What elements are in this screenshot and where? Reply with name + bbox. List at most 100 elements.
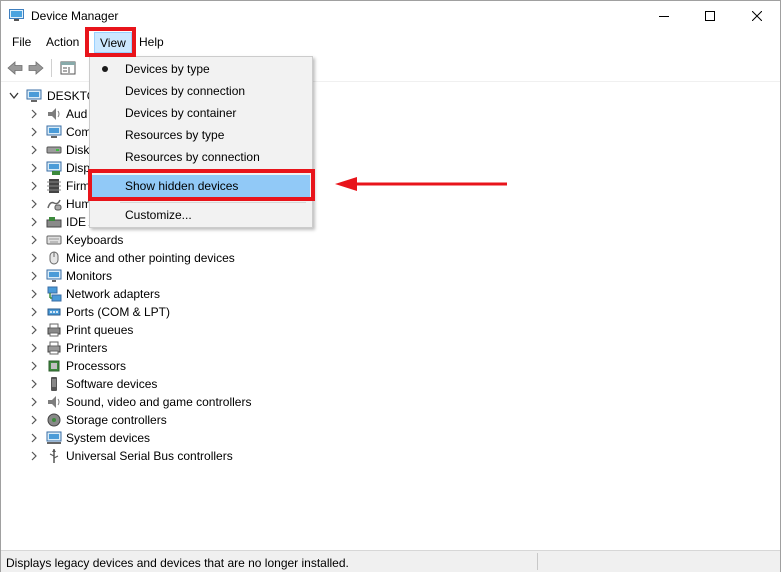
menu-action[interactable]: Action [43,35,82,49]
tree-item-label: Disp [66,161,91,175]
menu-item-devices-by-connection[interactable]: Devices by connection [92,80,310,102]
chevron-right-icon[interactable] [30,397,38,407]
forward-arrow-icon[interactable] [27,59,45,77]
chevron-down-icon[interactable] [9,92,19,100]
tree-item[interactable]: Processors [1,357,401,375]
menu-help[interactable]: Help [136,35,167,49]
tree-item[interactable]: Ports (COM & LPT) [1,303,401,321]
status-divider [537,553,538,570]
menu-item-resources-by-connection[interactable]: Resources by connection [92,146,310,168]
chevron-right-icon[interactable] [30,325,38,335]
chevron-right-icon[interactable] [30,361,38,371]
tree-item[interactable]: Universal Serial Bus controllers [1,447,401,465]
minimize-icon [659,16,669,17]
menu-item-label: Customize... [125,208,192,222]
chevron-right-icon[interactable] [30,379,38,389]
minimize-button[interactable] [641,1,687,31]
menu-item-devices-by-type[interactable]: Devices by type [92,58,310,80]
tree-item-label: Com [66,125,92,139]
chevron-right-icon[interactable] [30,253,38,263]
annotation-arrow [335,177,507,191]
chevron-right-icon[interactable] [30,289,38,299]
display-adapter-icon [46,161,62,175]
chevron-right-icon[interactable] [30,199,38,209]
chevron-right-icon[interactable] [30,217,38,227]
tree-item-label: Universal Serial Bus controllers [66,449,233,463]
chevron-right-icon[interactable] [30,145,38,155]
disk-drive-icon [46,146,62,154]
tree-item-label: Mice and other pointing devices [66,251,235,265]
tree-item-label: Disk [66,143,90,157]
usb-icon [49,449,59,463]
tree-item-label: Ports (COM & LPT) [66,305,171,319]
speaker-icon [48,108,60,120]
tree-item[interactable]: Mice and other pointing devices [1,249,401,267]
tree-item-label: Sound, video and game controllers [66,395,252,409]
tree-item[interactable]: System devices [1,429,401,447]
chevron-right-icon[interactable] [30,451,38,461]
tree-item[interactable]: Sound, video and game controllers [1,393,401,411]
show-hidden-highlight-box [88,169,315,201]
chevron-right-icon[interactable] [30,181,38,191]
menu-item-resources-by-type[interactable]: Resources by type [92,124,310,146]
tree-item[interactable]: Print queues [1,321,401,339]
menu-item-label: Devices by container [125,106,237,120]
tree-item-label: Firm [66,179,90,193]
properties-icon[interactable] [59,59,77,77]
menu-item-customize[interactable]: Customize... [92,204,310,226]
computer-icon [46,125,62,138]
chevron-right-icon[interactable] [30,235,38,245]
view-menu-dropdown: Devices by type Devices by connection Devi… [89,56,313,228]
tree-item[interactable]: Storage controllers [1,411,401,429]
tree-item-label: Monitors [66,269,113,283]
menu-item-label: Devices by type [125,62,210,76]
view-menu-highlight-box [85,27,136,57]
computer-icon [26,89,42,102]
chevron-right-icon[interactable] [30,127,38,137]
radio-bullet-icon [102,66,108,72]
chevron-right-icon[interactable] [30,433,38,443]
tree-item[interactable]: Software devices [1,375,401,393]
tree-item-label: Aud [66,107,88,121]
tree-item-label: Printers [66,341,108,355]
close-icon [752,11,762,21]
port-icon [47,308,61,316]
menu-item-label: Resources by type [125,128,225,142]
sound-icon [48,396,60,408]
status-bar: Displays legacy devices and devices that… [1,550,780,572]
tree-item[interactable]: Network adapters [1,285,401,303]
processor-icon [48,360,60,372]
tree-item-label: System devices [66,431,151,445]
ide-controller-icon [46,217,62,228]
system-device-icon [46,431,62,444]
chevron-right-icon[interactable] [30,343,38,353]
tree-item[interactable]: Monitors [1,267,401,285]
menu-item-label: Devices by connection [125,84,246,98]
tree-item-label: Keyboards [66,233,124,247]
maximize-button[interactable] [687,1,733,31]
close-button[interactable] [734,1,780,31]
storage-controller-icon [47,413,61,427]
tree-item-label: Print queues [66,323,134,337]
device-manager-icon [9,9,24,21]
chevron-right-icon[interactable] [30,163,38,173]
tree-item[interactable]: Keyboards [1,231,401,249]
menu-item-label: Resources by connection [125,150,260,164]
chevron-right-icon[interactable] [30,271,38,281]
tree-item[interactable]: Printers [1,339,401,357]
software-device-icon [51,377,57,391]
toolbar-separator [51,59,52,77]
chevron-right-icon[interactable] [30,109,38,119]
device-manager-window: Device Manager File Action View Help DES… [0,0,781,572]
tree-item-label: Storage controllers [66,413,167,427]
print-queue-icon [47,323,61,337]
tree-item-label: Network adapters [66,287,161,301]
monitor-icon [46,269,62,282]
menu-file[interactable]: File [9,35,34,49]
chevron-right-icon[interactable] [30,415,38,425]
window-title: Device Manager [31,9,119,23]
back-arrow-icon[interactable] [6,59,24,77]
menu-item-devices-by-container[interactable]: Devices by container [92,102,310,124]
chevron-right-icon[interactable] [30,307,38,317]
tree-item-label: Processors [66,359,127,373]
